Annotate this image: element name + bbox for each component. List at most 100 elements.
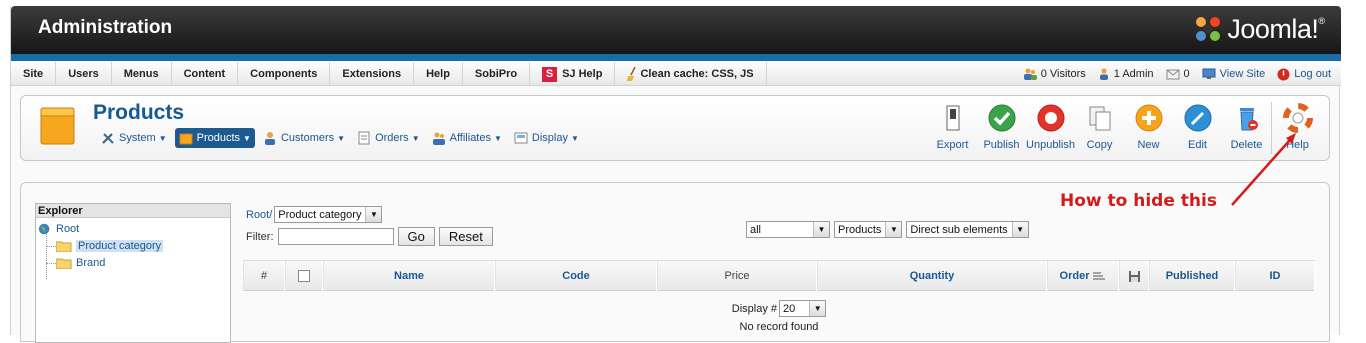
save-disk-icon — [1128, 270, 1140, 282]
menu-sobipro[interactable]: SobiPro — [463, 62, 531, 86]
brand-mark: ® — [1318, 16, 1325, 26]
col-order[interactable]: Order — [1047, 261, 1119, 291]
chevron-down-icon: ▼ — [243, 133, 251, 143]
col-published[interactable]: Published — [1149, 261, 1235, 291]
tree-node-product-category[interactable]: Product category — [56, 240, 164, 252]
submenu-customers-label: Customers — [280, 132, 335, 144]
table-header: # Name Code Price Quantity Order Publish… — [243, 260, 1315, 291]
joomla-logo: Joomla! ® — [1193, 12, 1325, 46]
copy-button[interactable]: Copy — [1075, 102, 1124, 154]
crumb-root-link[interactable]: Root/ — [246, 209, 272, 221]
col-select-all — [285, 261, 323, 291]
view-site-label: View Site — [1219, 68, 1266, 80]
submenu-customers[interactable]: Customers ▼ — [259, 128, 349, 148]
filter-label: Filter: — [246, 230, 274, 243]
filter-input[interactable] — [277, 228, 394, 245]
explorer-heading: Explorer — [36, 204, 230, 218]
chevron-down-icon: ▼ — [158, 133, 167, 143]
tree-root[interactable]: Root — [38, 222, 79, 236]
go-button[interactable]: Go — [397, 227, 435, 246]
submenu-orders-label: Orders — [375, 132, 409, 144]
type-select[interactable]: Products ▼ — [834, 221, 903, 238]
new-button[interactable]: New — [1124, 102, 1173, 154]
menu-clean-cache[interactable]: Clean cache: CSS, JS — [615, 62, 767, 86]
admin-frame: Administration Joomla! ® Site Users Menu… — [10, 6, 1341, 343]
admins-label: 1 Admin — [1113, 68, 1154, 80]
help-button[interactable]: Help — [1271, 102, 1321, 154]
menu-site-label: Site — [23, 67, 44, 80]
copy-icon — [1089, 106, 1110, 131]
unpublish-label: Unpublish — [1026, 139, 1075, 151]
submenu-orders[interactable]: Orders ▼ — [353, 128, 424, 148]
type-select-value: Products — [838, 223, 882, 236]
state-select-value: all — [750, 223, 762, 236]
col-number: # — [243, 261, 285, 291]
tree-node-brand[interactable]: Brand — [56, 257, 105, 269]
display-limit-select[interactable]: 20 ▼ — [779, 300, 827, 317]
chevron-down-icon: ▼ — [493, 133, 502, 143]
col-save-order[interactable] — [1119, 261, 1149, 291]
category-breadcrumb: Root/ Product category ▼ — [246, 206, 383, 223]
menu-content[interactable]: Content — [172, 62, 239, 86]
delete-button[interactable]: Delete — [1222, 102, 1271, 154]
menu-clean-cache-label: Clean cache: CSS, JS — [640, 67, 754, 80]
tree-connector — [46, 263, 56, 264]
unpublish-button[interactable]: Unpublish — [1026, 102, 1075, 154]
col-quantity[interactable]: Quantity — [817, 261, 1047, 291]
affiliates-icon — [432, 132, 445, 145]
logout-icon — [1277, 68, 1290, 80]
tree-node-label: Product category — [76, 240, 164, 252]
edit-pencil-icon — [1184, 104, 1211, 132]
edit-label: Edit — [1188, 139, 1207, 151]
submenu-products-label: Products — [196, 132, 241, 144]
messages-icon — [1166, 69, 1180, 80]
col-id[interactable]: ID — [1235, 261, 1315, 291]
brand-text: Joomla! — [1227, 13, 1319, 44]
submenu-display[interactable]: Display ▼ — [510, 128, 583, 148]
display-icon — [514, 132, 528, 144]
export-icon — [946, 105, 959, 131]
messages-status[interactable]: 0 — [1166, 68, 1190, 80]
select-all-checkbox[interactable] — [298, 270, 310, 282]
menu-extensions[interactable]: Extensions — [330, 62, 415, 86]
table-footer: Display # 20 ▼ No record found — [243, 300, 1315, 333]
page-toolbar: Products System ▼ Products ▼ Customers ▼ Or… — [20, 95, 1330, 161]
page-title: Products — [93, 101, 185, 124]
listing-filters: all ▼ Products ▼ Direct sub elements ▼ — [746, 221, 1033, 238]
category-select[interactable]: Product category ▼ — [274, 206, 383, 223]
trash-icon — [1239, 108, 1258, 131]
submenu-system[interactable]: System ▼ — [97, 128, 171, 148]
state-select[interactable]: all ▼ — [746, 221, 830, 238]
reset-button[interactable]: Reset — [438, 227, 493, 246]
logout-link[interactable]: Log out — [1277, 68, 1331, 81]
edit-button[interactable]: Edit — [1173, 102, 1222, 154]
view-site-link[interactable]: View Site — [1202, 68, 1266, 80]
menu-components[interactable]: Components — [238, 62, 331, 86]
chevron-down-icon: ▼ — [365, 207, 382, 222]
col-code[interactable]: Code — [495, 261, 657, 291]
submenu-affiliates[interactable]: Affiliates ▼ — [428, 128, 506, 148]
menu-site[interactable]: Site — [11, 62, 57, 86]
chevron-down-icon: ▼ — [885, 222, 902, 237]
chevron-down-icon: ▼ — [1011, 222, 1028, 237]
new-label: New — [1137, 139, 1160, 151]
submenu-products[interactable]: Products ▼ — [174, 128, 255, 148]
admin-header: Administration Joomla! ® — [11, 6, 1341, 54]
folder-icon — [56, 258, 72, 269]
category-explorer: Explorer Root Product category Brand — [35, 203, 231, 343]
menu-help[interactable]: Help — [414, 62, 463, 86]
sj-help-icon: S — [542, 66, 558, 82]
scope-select[interactable]: Direct sub elements ▼ — [906, 221, 1029, 238]
admins-status: 1 Admin — [1098, 68, 1154, 80]
menu-users[interactable]: Users — [56, 62, 112, 86]
menu-extensions-label: Extensions — [342, 67, 402, 80]
menu-menus[interactable]: Menus — [112, 62, 172, 86]
menu-sj-help[interactable]: S SJ Help — [530, 62, 616, 86]
col-name[interactable]: Name — [323, 261, 495, 291]
messages-count: 0 — [1183, 68, 1190, 80]
export-button[interactable]: Export — [928, 102, 977, 154]
publish-button[interactable]: Publish — [977, 102, 1026, 154]
customers-icon — [264, 132, 275, 145]
delete-label: Delete — [1230, 139, 1263, 151]
admin-user-icon — [1099, 68, 1108, 80]
